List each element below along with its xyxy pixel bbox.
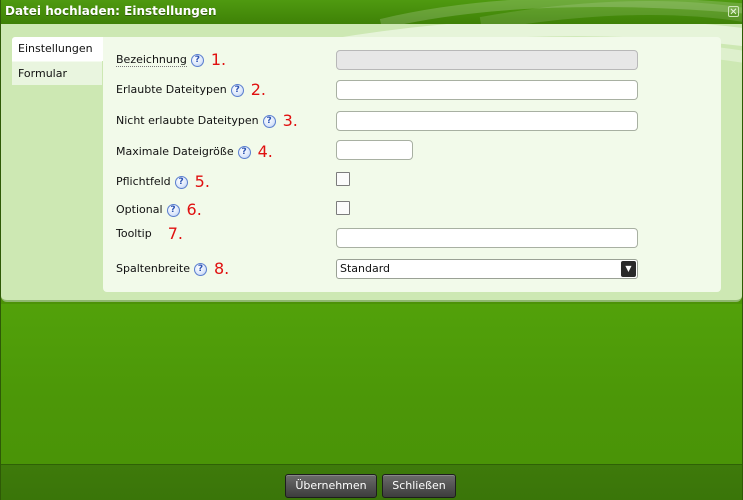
label-maximale-dateigroesse: Maximale Dateigröße (116, 145, 234, 158)
dialog-empty-area (1, 304, 742, 464)
optional-checkbox[interactable] (336, 201, 350, 215)
label-bezeichnung: Bezeichnung (116, 53, 187, 67)
help-icon[interactable]: ? (174, 175, 188, 189)
dialog-titlebar[interactable]: Datei hochladen: Einstellungen ✕ (1, 0, 742, 24)
row-maximale-dateigroesse: Maximale Dateigröße? 4. (116, 142, 326, 162)
pflichtfeld-checkbox[interactable] (336, 172, 350, 186)
tab-formular[interactable]: Formular (12, 61, 102, 85)
titlebar-swoosh-decoration (379, 0, 742, 24)
settings-panel: Bezeichnung? 1. Erlaubte Dateitypen? 2. Ni… (103, 37, 721, 292)
marker-3: 3. (282, 111, 298, 130)
label-optional: Optional (116, 203, 163, 216)
label-nicht-erlaubte-dateitypen: Nicht erlaubte Dateitypen (116, 114, 259, 127)
label-tooltip: Tooltip (116, 227, 152, 240)
marker-8: 8. (213, 259, 230, 278)
help-icon[interactable]: ? (230, 83, 244, 97)
marker-5: 5. (194, 172, 210, 191)
dialog-footer: Übernehmen Schließen (1, 464, 742, 500)
help-icon[interactable]: ? (193, 262, 207, 276)
dialog-content: Einstellungen Formular Bezeichnung? 1. Er… (1, 24, 742, 302)
bezeichnung-input (336, 50, 638, 70)
row-optional: Optional? 6. (116, 200, 326, 220)
marker-4: 4. (257, 142, 273, 161)
label-spaltenbreite: Spaltenbreite (116, 262, 190, 275)
maximale-dateigroesse-input[interactable] (336, 140, 413, 160)
settings-tabs: Einstellungen Formular (12, 37, 104, 85)
help-icon[interactable]: ? (237, 145, 251, 159)
help-icon[interactable]: ? (190, 53, 204, 67)
marker-2: 2. (250, 80, 266, 99)
tab-einstellungen[interactable]: Einstellungen (12, 37, 104, 61)
marker-1: 1. (210, 50, 227, 69)
spaltenbreite-select[interactable]: Standard ▼ (336, 259, 638, 279)
tooltip-input[interactable] (336, 228, 638, 248)
dialog-window: Datei hochladen: Einstellungen ✕ Einstel… (0, 0, 743, 500)
close-button[interactable]: Schließen (382, 474, 456, 498)
row-spaltenbreite: Spaltenbreite? 8. (116, 259, 326, 279)
chevron-down-icon[interactable]: ▼ (621, 261, 636, 277)
spaltenbreite-selected-value: Standard (340, 262, 391, 275)
close-icon[interactable]: ✕ (728, 6, 739, 18)
marker-6: 6. (186, 200, 202, 219)
dialog-title: Datei hochladen: Einstellungen (5, 4, 217, 18)
erlaubte-dateitypen-input[interactable] (336, 80, 638, 100)
row-erlaubte-dateitypen: Erlaubte Dateitypen? 2. (116, 80, 326, 100)
row-bezeichnung: Bezeichnung? 1. (116, 50, 326, 70)
row-pflichtfeld: Pflichtfeld? 5. (116, 172, 326, 192)
marker-7: 7. (167, 224, 183, 243)
row-nicht-erlaubte-dateitypen: Nicht erlaubte Dateitypen? 3. (116, 111, 326, 131)
help-icon[interactable]: ? (166, 203, 180, 217)
row-tooltip: Tooltip 7. (116, 224, 326, 244)
nicht-erlaubte-dateitypen-input[interactable] (336, 111, 638, 131)
label-erlaubte-dateitypen: Erlaubte Dateitypen (116, 83, 227, 96)
label-pflichtfeld: Pflichtfeld (116, 175, 171, 188)
help-icon[interactable]: ? (262, 114, 276, 128)
apply-button[interactable]: Übernehmen (285, 474, 377, 498)
